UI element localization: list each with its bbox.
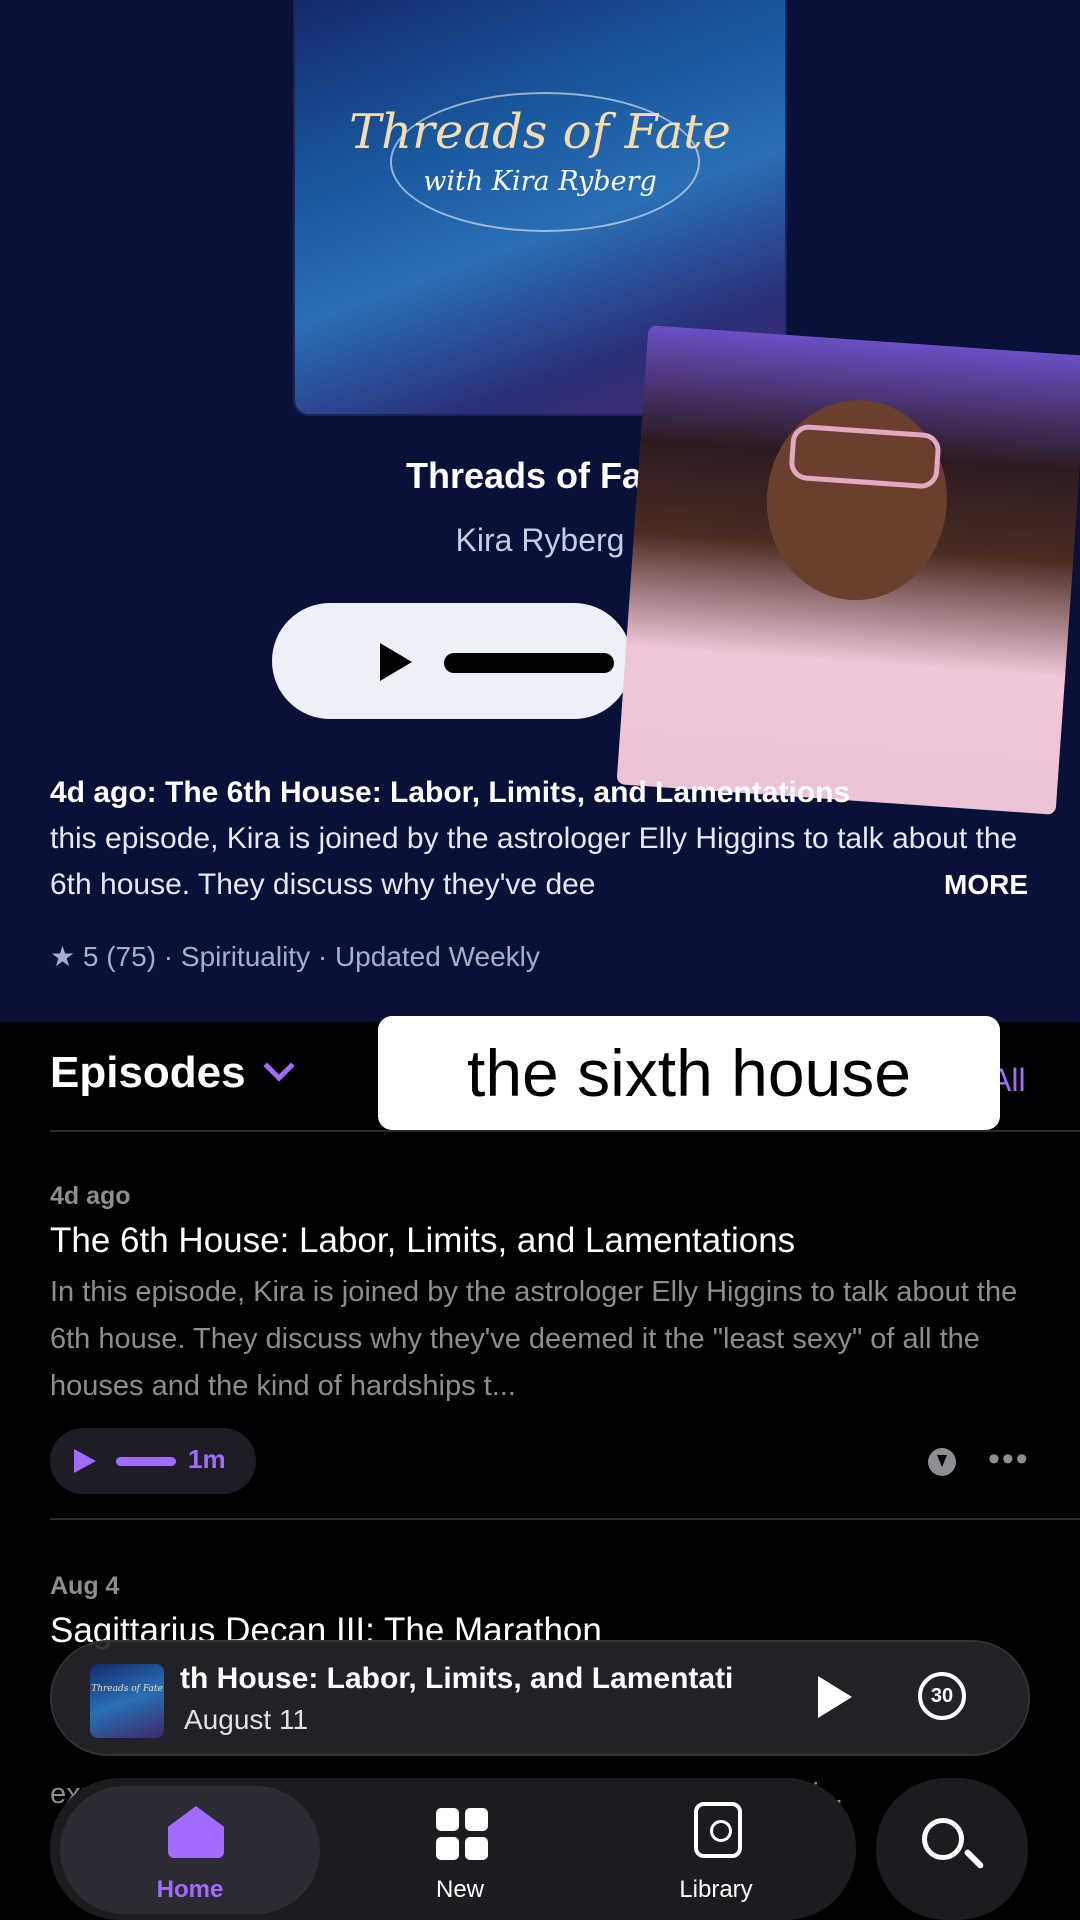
download-icon[interactable] — [928, 1448, 956, 1476]
tab-library[interactable]: Library — [626, 1778, 806, 1920]
more-button[interactable]: MORE — [884, 862, 1028, 908]
show-meta: ★ 5 (75) · Spirituality · Updated Weekly — [50, 941, 540, 972]
skip-forward-30-icon[interactable]: 30 — [918, 1672, 966, 1720]
search-icon — [922, 1818, 964, 1860]
search-button[interactable] — [876, 1778, 1028, 1920]
tab-new[interactable]: New — [370, 1778, 550, 1920]
episode-date: Aug 4 — [50, 1572, 120, 1600]
artwork-subtitle: with Kira Ryberg — [423, 166, 657, 197]
episodes-label: Episodes — [50, 1048, 246, 1097]
episode-title: The 6th House: Labor, Limits, and Lament… — [50, 1221, 796, 1260]
tab-label: New — [435, 1876, 484, 1903]
mini-player-artwork-text: Threads of Fate — [91, 1684, 163, 1694]
mini-player[interactable]: Threads of Fate th House: Labor, Limits,… — [52, 1642, 1028, 1754]
episode-item[interactable]: 4d ago The 6th House: Labor, Limits, and… — [50, 1182, 1040, 1410]
tab-home[interactable]: Home — [60, 1786, 320, 1914]
mini-player-title: th House: Labor, Limits, and Lamentati — [180, 1662, 734, 1695]
video-overlay-person — [616, 325, 1080, 815]
search-icon-handle — [963, 1848, 985, 1870]
play-latest-button[interactable] — [272, 603, 632, 719]
episode-duration: 1m — [188, 1444, 226, 1474]
progress-bar — [444, 653, 614, 673]
tab-bar: Home New Library — [50, 1778, 856, 1920]
episode-description: In this episode, Kira is joined by the a… — [50, 1276, 1018, 1402]
artwork-title: Threads of Fate — [349, 104, 731, 160]
show-header: Threads of Fate with Kira Ryberg Threads… — [0, 0, 1080, 1022]
chevron-down-icon — [263, 1050, 295, 1082]
divider — [50, 1130, 1080, 1132]
play-icon[interactable] — [818, 1676, 852, 1718]
divider — [50, 1518, 1080, 1520]
play-icon — [380, 643, 412, 681]
episodes-header[interactable]: Episodes — [50, 1048, 295, 1098]
tab-label: Library — [679, 1876, 753, 1903]
tab-label: Home — [156, 1876, 224, 1903]
mini-player-artwork: Threads of Fate — [90, 1664, 164, 1738]
video-caption: the sixth house — [378, 1016, 1000, 1130]
latest-episode-headline: 4d ago: The 6th House: Labor, Limits, an… — [50, 776, 851, 809]
person-face — [760, 394, 954, 607]
episode-play-button[interactable]: 1m — [50, 1428, 256, 1494]
library-icon — [694, 1802, 742, 1858]
grid-icon — [436, 1808, 488, 1860]
person-glasses — [788, 423, 942, 490]
episode-date: 4d ago — [50, 1182, 131, 1210]
mini-player-date: August 11 — [184, 1704, 309, 1735]
progress-bar — [116, 1457, 176, 1466]
play-icon — [74, 1449, 96, 1473]
house-icon — [168, 1806, 224, 1858]
latest-episode-summary[interactable]: 4d ago: The 6th House: Labor, Limits, an… — [50, 770, 1040, 908]
more-options-icon[interactable]: ••• — [988, 1440, 1030, 1479]
